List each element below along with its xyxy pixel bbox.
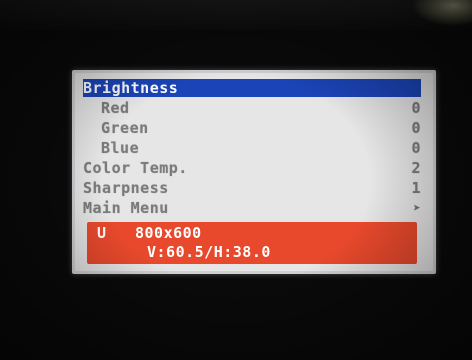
menu-item-value: 0 <box>411 119 421 137</box>
menu-item-label: Red <box>101 99 130 117</box>
menu-item-label: Green <box>101 119 149 137</box>
osd-menu-window: Brightness Red 0 Green 0 Blue 0 Color Te… <box>72 70 436 274</box>
menu-item-value: 0 <box>411 99 421 117</box>
menu-item-blue[interactable]: Blue 0 <box>83 139 421 157</box>
menu-item-brightness[interactable]: Brightness <box>83 79 421 97</box>
menu-item-label: Color Temp. <box>83 159 188 177</box>
menu-item-value: 1 <box>411 179 421 197</box>
menu-item-red[interactable]: Red 0 <box>83 99 421 117</box>
light-glare <box>412 0 472 26</box>
arrow-right-icon: ➤ <box>413 201 421 215</box>
menu-item-green[interactable]: Green 0 <box>83 119 421 137</box>
menu-item-sharpness[interactable]: Sharpness 1 <box>83 179 421 197</box>
menu-item-label: Blue <box>101 139 140 157</box>
menu-item-value: 0 <box>411 139 421 157</box>
menu-item-value: 2 <box>411 159 421 177</box>
signal-status-panel: U 800x600 V:60.5/H:38.0 <box>87 222 417 264</box>
menu-item-main-menu[interactable]: Main Menu ➤ <box>83 199 421 217</box>
monitor-bezel <box>0 0 472 30</box>
resolution-readout: 800x600 <box>135 224 202 242</box>
menu-item-color-temp[interactable]: Color Temp. 2 <box>83 159 421 177</box>
input-mode-indicator: U <box>97 224 107 242</box>
menu-item-label: Brightness <box>83 79 179 97</box>
menu-item-label: Sharpness <box>83 179 169 197</box>
frequency-readout: V:60.5/H:38.0 <box>147 243 271 261</box>
menu-item-label: Main Menu <box>83 199 169 217</box>
